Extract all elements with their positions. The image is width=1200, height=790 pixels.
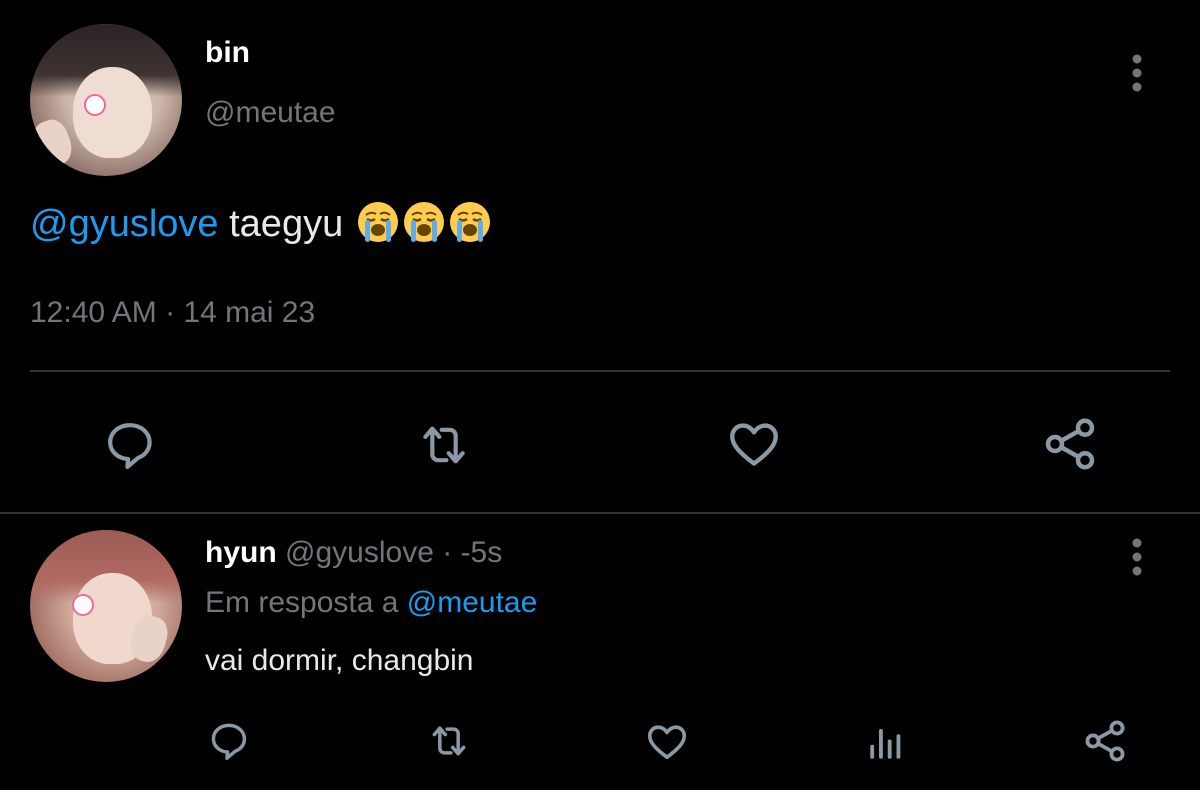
reply-retweet-button[interactable] xyxy=(424,718,474,764)
share-icon xyxy=(1085,720,1125,762)
reply-context-prefix: Em resposta a xyxy=(205,586,407,619)
reply-time-separator: · xyxy=(433,536,461,569)
retweet-icon xyxy=(432,726,466,756)
reply-button[interactable] xyxy=(100,415,160,475)
loudly-crying-face-icon xyxy=(357,202,398,242)
reply-text: vai dormir, changbin xyxy=(205,644,474,677)
more-options-icon[interactable] xyxy=(1127,53,1147,93)
loudly-crying-face-icon xyxy=(403,202,444,242)
reply-share-button[interactable] xyxy=(1080,716,1130,766)
reply-analytics-button[interactable] xyxy=(863,720,909,766)
avatar-sticker xyxy=(72,594,94,616)
retweet-icon xyxy=(423,426,465,464)
section-separator xyxy=(0,512,1200,514)
mention-link[interactable]: @gyuslove xyxy=(30,203,219,245)
reply-context: Em resposta a @meutae xyxy=(205,586,537,620)
reply-author-name[interactable]: hyun xyxy=(205,536,277,569)
avatar-face xyxy=(72,66,152,158)
reply-header: hyun @gyuslove · -5s xyxy=(205,536,502,570)
tweet-body: taegyu xyxy=(218,203,354,245)
analytics-icon xyxy=(870,729,901,759)
avatar-sticker xyxy=(84,94,106,116)
retweet-button[interactable] xyxy=(412,415,476,475)
tweet-timestamp[interactable]: 12:40 AM · 14 mai 23 xyxy=(30,296,315,330)
reply-reply-button[interactable] xyxy=(206,718,252,764)
loudly-crying-face-icon xyxy=(449,202,490,242)
avatar-hand xyxy=(30,115,77,171)
tweet-text: @gyuslove taegyu xyxy=(30,200,492,246)
reply-author-avatar[interactable] xyxy=(30,530,182,682)
author-handle[interactable]: @meutae xyxy=(205,96,336,130)
reply-context-mention[interactable]: @meutae xyxy=(407,586,538,619)
like-icon xyxy=(730,423,778,466)
author-name[interactable]: bin xyxy=(205,36,250,70)
divider xyxy=(30,370,1170,372)
like-button[interactable] xyxy=(724,413,784,473)
reply-like-button[interactable] xyxy=(643,717,691,765)
share-button[interactable] xyxy=(1038,412,1102,476)
more-options-icon[interactable] xyxy=(1127,537,1147,577)
reply-author-handle[interactable]: @gyuslove xyxy=(285,536,434,569)
reply-time: -5s xyxy=(460,536,503,569)
share-icon xyxy=(1045,418,1095,470)
reply-icon xyxy=(211,723,247,760)
like-icon xyxy=(647,725,687,760)
author-avatar[interactable] xyxy=(30,24,182,176)
reply-icon xyxy=(108,423,152,470)
